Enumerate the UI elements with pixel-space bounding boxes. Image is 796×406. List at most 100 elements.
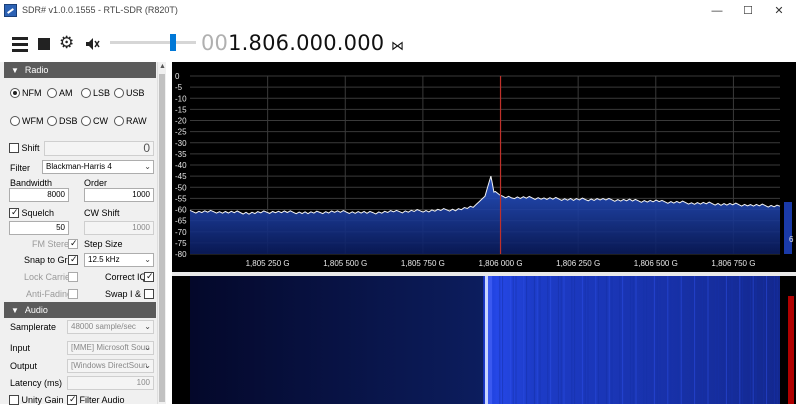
scroll-thumb[interactable] [159,74,165,402]
x-tick-label: 1,806 250 G [556,259,600,268]
maximize-button[interactable]: ☐ [733,3,763,19]
y-tick-label: -5 [175,83,183,92]
shift-checkbox[interactable]: Shift [9,142,40,154]
mode-radio-wfm[interactable]: WFM [10,115,44,128]
frequency-digits[interactable]: 1.806.000.000 [228,31,384,55]
radio-section-header[interactable]: ▼ Radio [4,62,156,78]
volume-slider-thumb[interactable] [170,34,176,51]
control-panel: ▲ ▼ Radio NFM AM LSB USB WFM DSB CW RAW S… [0,62,166,406]
spectrum-chart[interactable]: 0 -5 -10 -15 -20 -25 -30 -35 -40 -45 -50 -55 -60 -65 -… [172,62,796,272]
y-tick-label: -55 [175,194,187,203]
chevron-down-icon: ⌄ [144,162,151,171]
collapse-arrow-icon: ▼ [11,306,19,315]
y-tick-label: -70 [175,228,187,237]
x-tick-label: 1,806 500 G [634,259,678,268]
swap-iq-checkbox[interactable] [144,288,154,300]
lock-carrier-checkbox[interactable] [68,271,78,283]
y-tick-label: -75 [175,239,187,248]
right-level-bar [784,202,792,254]
x-tick-label: 1,806 000 G [479,259,523,268]
step-size-label: Step Size [84,239,123,249]
toolbar: ⚙ 001.806.000.000 ⋈ [0,22,796,62]
frequency-leading-digits[interactable]: 00 [201,31,228,55]
audio-input-select[interactable]: [MME] Microsoft Soun ⌄ [67,341,154,355]
spectrum-fill-area [190,176,780,254]
mode-radio-raw[interactable]: RAW [114,115,147,128]
output-label: Output [10,361,38,371]
step-size-select[interactable]: 12.5 kHz ⌄ [84,253,154,267]
speaker-muted-icon[interactable] [84,36,100,52]
y-tick-label: -50 [175,183,187,192]
frequency-display[interactable]: 001.806.000.000 [201,31,384,55]
spectrum-panel[interactable]: 0 -5 -10 -15 -20 -25 -30 -35 -40 -45 -50 -55 -60 -65 -… [172,62,796,272]
side-level-label: 6 [789,235,794,244]
gear-icon[interactable]: ⚙ [59,34,75,51]
y-tick-label: -20 [175,117,187,126]
snap-to-grid-checkbox[interactable] [68,253,78,266]
lock-carrier-label: Lock Carrier [24,272,74,282]
y-tick-label: 0 [175,72,180,81]
waterfall-panel[interactable] [172,276,796,404]
volume-slider-track[interactable] [110,41,196,44]
anti-fading-checkbox[interactable] [68,288,78,300]
app-logo-icon [4,4,17,17]
y-tick-label: -40 [175,161,187,170]
samplerate-select[interactable]: 48000 sample/sec ⌄ [67,320,154,334]
collapse-arrow-icon: ▼ [11,66,19,75]
squelch-input[interactable]: 50 [9,221,69,235]
y-tick-label: -35 [175,150,187,159]
minimize-button[interactable]: — [702,3,732,19]
x-tick-label: 1,806 750 G [711,259,755,268]
latency-input[interactable]: 100 [67,376,154,390]
unity-gain-checkbox[interactable]: Unity Gain [9,394,64,406]
tuning-bowtie-icon[interactable]: ⋈ [391,38,404,54]
window-title: SDR# v1.0.0.1555 - RTL-SDR (R820T) [22,5,178,15]
input-label: Input [10,343,31,353]
mode-radio-lsb[interactable]: LSB [81,87,110,100]
mode-radio-dsb[interactable]: DSB [47,115,78,128]
bandwidth-input[interactable]: 8000 [9,188,69,202]
mode-radio-usb[interactable]: USB [114,87,145,100]
chevron-down-icon: ⌄ [144,322,151,331]
stop-icon[interactable] [38,38,50,50]
hamburger-menu-icon[interactable] [12,37,28,53]
audio-section-header[interactable]: ▼ Audio [4,302,156,318]
fm-stereo-checkbox[interactable] [68,237,78,250]
y-tick-label: -80 [175,250,187,259]
y-tick-label: -60 [175,206,187,215]
y-tick-label: -15 [175,105,187,114]
title-bar: SDR# v1.0.0.1555 - RTL-SDR (R820T) — ☐ ✕ [0,0,796,22]
waterfall-display[interactable] [172,276,796,404]
x-tick-label: 1,805 250 G [246,259,290,268]
y-tick-label: -30 [175,139,187,148]
y-tick-label: -45 [175,172,187,181]
waterfall-center-trace [485,276,488,404]
close-button[interactable]: ✕ [764,3,794,19]
mode-radio-cw[interactable]: CW [81,115,108,128]
chevron-down-icon: ⌄ [144,255,151,264]
snap-to-grid-label: Snap to Grid [24,255,75,265]
correct-iq-checkbox[interactable] [144,270,154,283]
filter-select[interactable]: Blackman-Harris 4 ⌄ [42,160,154,174]
panel-scrollbar[interactable]: ▲ [157,62,166,404]
cw-shift-input[interactable]: 1000 [84,221,154,235]
mode-radio-am[interactable]: AM [47,87,73,100]
chevron-down-icon: ⌄ [144,361,151,370]
waterfall-level-bar [788,296,794,404]
correct-iq-label: Correct IQ [105,272,147,282]
filter-audio-checkbox[interactable]: Filter Audio [67,393,125,406]
x-tick-label: 1,805 500 G [323,259,367,268]
y-tick-label: -65 [175,217,187,226]
y-tick-label: -10 [175,94,187,103]
samplerate-label: Samplerate [10,322,57,332]
squelch-checkbox[interactable]: Squelch [9,206,54,219]
audio-output-select[interactable]: [Windows DirectSoun ⌄ [67,359,154,373]
x-tick-label: 1,805 750 G [401,259,445,268]
chevron-down-icon: ⌄ [144,343,151,352]
mode-radio-nfm[interactable]: NFM [10,87,42,100]
order-input[interactable]: 1000 [84,188,154,202]
cw-shift-label: CW Shift [84,208,120,218]
anti-fading-label: Anti-Fading [26,289,73,299]
shift-input[interactable]: 0 [44,141,154,156]
scroll-up-arrow-icon[interactable]: ▲ [159,63,166,70]
